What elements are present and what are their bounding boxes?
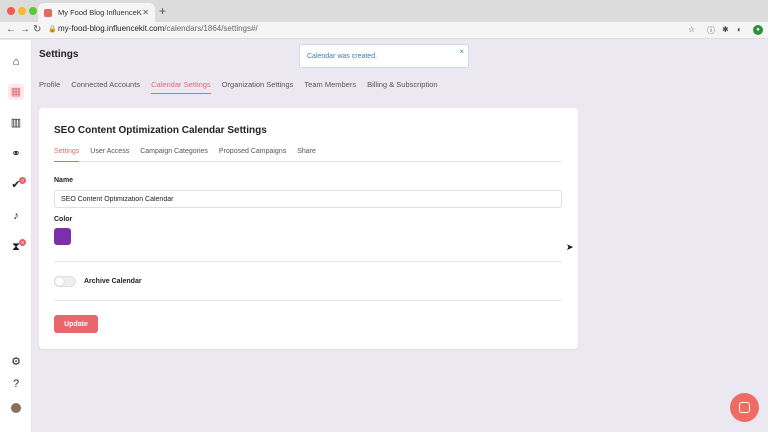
handshake-icon[interactable]: ⚭ [8,146,24,162]
tab-billing-subscription[interactable]: Billing & Subscription [367,80,437,94]
bookmark-star-icon[interactable]: ☆ [688,25,695,34]
chat-support-button[interactable] [730,393,759,422]
subtab-share[interactable]: Share [297,148,316,161]
chart-icon[interactable]: ▥ [8,115,24,131]
subtab-settings[interactable]: Settings [54,148,80,162]
bell-icon[interactable]: ♪ [8,208,24,224]
browser-tab-title: My Food Blog InfluenceKit [58,8,143,17]
archive-toggle[interactable] [54,276,76,287]
favicon-icon [44,8,52,17]
page-title: Settings [39,49,79,60]
address-bar[interactable]: my-food-blog.influencekit.com/calendars/… [58,24,258,33]
tab-profile[interactable]: Profile [39,80,60,94]
extension-info-icon[interactable]: ⓘ [707,25,715,36]
lock-icon: 🔒 [48,26,57,33]
color-label: Color [54,216,73,223]
card-title: SEO Content Optimization Calendar Settin… [54,125,267,136]
tab-organization-settings[interactable]: Organization Settings [222,80,294,94]
calendar-color-swatch[interactable] [54,228,71,245]
avatar[interactable] [11,403,21,413]
url-path: /calendars/1864/settings#/ [164,24,258,33]
browser-tab[interactable]: My Food Blog InfluenceKit ✕ [38,3,155,22]
toggle-knob [55,277,64,286]
browser-toolbar: ← → ↻ 🔒 my-food-blog.influencekit.com/ca… [0,22,768,39]
name-label: Name [54,177,74,184]
subtab-campaign-categories[interactable]: Campaign Categories [140,148,208,161]
calendar-name-input[interactable] [54,190,562,208]
chat-icon [739,402,750,413]
tab-team-members[interactable]: Team Members [304,80,356,94]
window-maximize-button[interactable] [29,7,37,15]
divider [54,261,562,262]
pending-badge: 9 [19,239,26,246]
archive-label: Archive Calendar [84,278,142,285]
tab-connected-accounts[interactable]: Connected Accounts [71,80,140,94]
new-tab-button[interactable]: + [159,4,166,18]
subtab-user-access[interactable]: User Access [90,148,129,161]
mouse-cursor-icon: ➤ [566,242,574,252]
toast-notification: Calendar was created. × [299,44,469,68]
extension-puzzle-icon[interactable]: ✱ [722,25,729,34]
tasks-badge: 3 [19,177,26,184]
browser-tabstrip: My Food Blog InfluenceKit ✕ + [0,0,768,22]
tab-calendar-settings[interactable]: Calendar Settings [151,80,211,94]
sidebar: ⌂ ▦ ▥ ⚭ ✔ 3 ♪ ⧗ 9 ⚙ ? [0,40,32,432]
profile-extension-icon[interactable]: ● [753,25,763,35]
update-button[interactable]: Update [54,315,98,333]
subtab-proposed-campaigns[interactable]: Proposed Campaigns [219,148,286,161]
calendar-subtabs: Settings User Access Campaign Categories… [54,148,562,162]
toast-message: Calendar was created. [307,53,378,60]
gear-icon[interactable]: ⚙ [8,354,24,370]
window-close-button[interactable] [7,7,15,15]
settings-tabs: Profile Connected Accounts Calendar Sett… [39,80,449,94]
reload-icon[interactable]: ↻ [33,24,41,35]
forward-icon[interactable]: → [20,24,30,35]
home-icon[interactable]: ⌂ [8,54,24,70]
help-icon[interactable]: ? [8,376,24,392]
divider [54,300,562,301]
calendar-icon[interactable]: ▦ [8,84,24,100]
calendar-settings-card: SEO Content Optimization Calendar Settin… [39,108,578,349]
url-host: my-food-blog.influencekit.com [58,24,165,33]
toast-close-icon[interactable]: × [459,47,464,56]
extension-c-icon[interactable]: ◐ [737,25,742,34]
tab-close-icon[interactable]: ✕ [142,8,149,17]
window-minimize-button[interactable] [18,7,26,15]
back-icon[interactable]: ← [6,24,16,35]
